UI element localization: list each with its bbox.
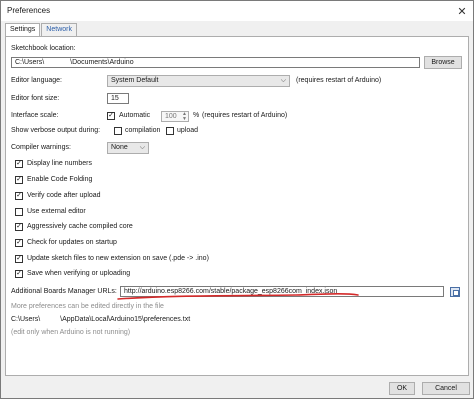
tab-settings[interactable]: Settings: [5, 23, 41, 37]
prefs-path-suffix: \AppData\Local\Arduino15\preferences.txt: [60, 316, 191, 323]
ok-button[interactable]: OK: [389, 382, 415, 395]
prefs-path-prefix: C:\Users\: [11, 316, 41, 323]
more-prefs-note: More preferences can be edited directly …: [11, 303, 164, 310]
window-title: Preferences: [7, 6, 51, 15]
red-annotation-underline: [117, 293, 359, 300]
preferences-window: Preferences ✕ Settings Network Sketchboo…: [0, 0, 474, 399]
prefs-file-path: C:\Users\ \AppData\Local\Arduino15\prefer…: [11, 316, 190, 323]
title-bar: Preferences ✕: [1, 1, 473, 21]
close-icon[interactable]: ✕: [451, 1, 473, 21]
edit-note: (edit only when Arduino is not running): [11, 329, 131, 336]
tab-network[interactable]: Network: [41, 23, 77, 36]
tab-bar: Settings Network: [5, 23, 78, 37]
settings-panel: Sketchbook location: C:\Users\ \Documents…: [5, 36, 469, 376]
cancel-button[interactable]: Cancel: [422, 382, 470, 395]
